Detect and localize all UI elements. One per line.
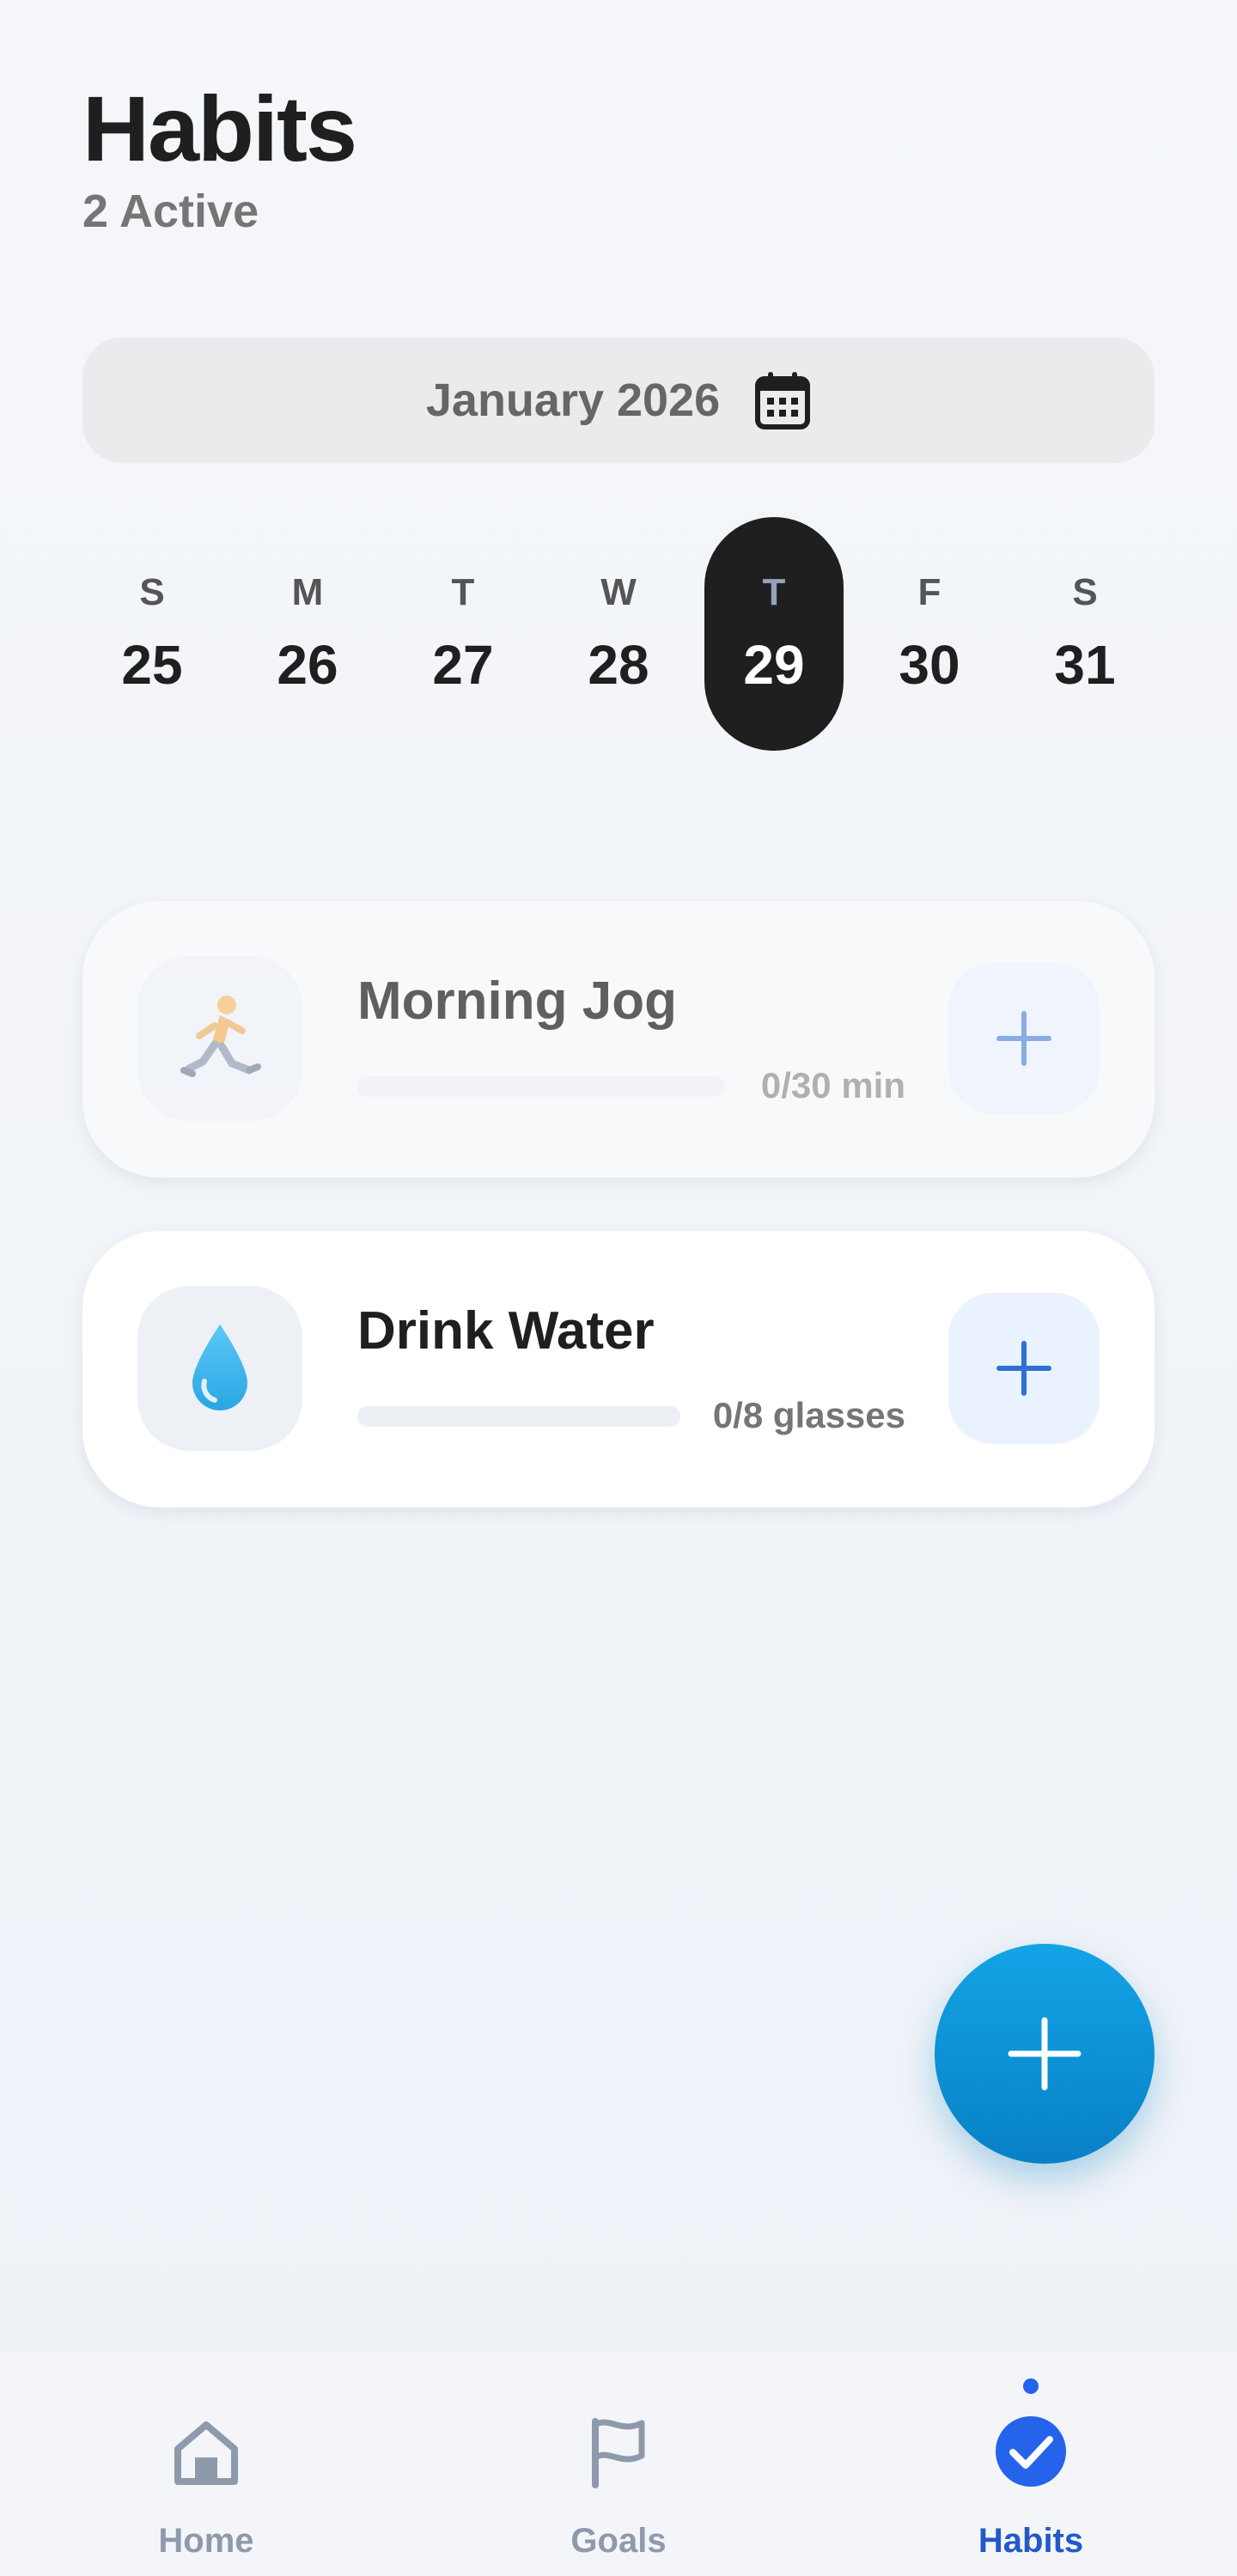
day-of-week: W xyxy=(600,571,637,613)
day-number: 26 xyxy=(277,634,338,696)
log-progress-button[interactable] xyxy=(948,963,1100,1114)
month-selector[interactable]: January 2026 xyxy=(82,338,1155,463)
active-indicator-dot xyxy=(1023,2378,1039,2394)
habit-card-drink-water[interactable]: Drink Water 0/8 glasses xyxy=(82,1231,1155,1507)
active-count: 2 Active xyxy=(82,186,259,237)
week-strip: S 25 M 26 T 27 W 28 T 29 F 30 S 31 xyxy=(82,517,1155,751)
day-tue-27[interactable]: T 27 xyxy=(393,517,533,751)
day-sat-31[interactable]: S 31 xyxy=(1015,517,1155,751)
habit-icon-tile xyxy=(137,956,302,1121)
day-of-week: M xyxy=(291,571,324,613)
month-label: January 2026 xyxy=(425,375,721,426)
habit-progress-bar xyxy=(357,1406,680,1427)
day-number: 27 xyxy=(432,634,494,696)
day-number: 31 xyxy=(1054,634,1116,696)
nav-habits[interactable]: Habits xyxy=(911,2353,1151,2576)
day-number: 28 xyxy=(588,634,649,696)
day-number: 25 xyxy=(121,634,183,696)
habit-progress-bar xyxy=(357,1076,725,1097)
log-progress-button[interactable] xyxy=(948,1293,1100,1444)
flag-icon xyxy=(592,2418,645,2488)
nav-label: Habits xyxy=(978,2522,1084,2560)
day-mon-26[interactable]: M 26 xyxy=(238,517,377,751)
page-title: Habits xyxy=(82,76,357,180)
day-of-week: T xyxy=(762,571,786,613)
day-wed-28[interactable]: W 28 xyxy=(549,517,688,751)
habit-icon-tile xyxy=(137,1286,302,1451)
day-of-week: F xyxy=(917,571,941,613)
header: Habits 2 Active xyxy=(82,76,357,238)
bottom-nav: Home Goals Habits xyxy=(0,2353,1237,2576)
nav-home[interactable]: Home xyxy=(86,2353,326,2576)
day-thu-29-selected[interactable]: T 29 xyxy=(704,517,844,751)
nav-label: Goals xyxy=(570,2522,667,2560)
day-of-week: S xyxy=(1072,571,1098,613)
day-of-week: S xyxy=(139,571,165,613)
day-number: 29 xyxy=(743,634,805,696)
water-drop-icon xyxy=(192,1325,247,1410)
habit-progress-text: 0/30 min xyxy=(760,1065,905,1105)
habit-name: Drink Water xyxy=(357,1301,655,1361)
nav-goals[interactable]: Goals xyxy=(498,2353,739,2576)
calendar-icon xyxy=(755,372,811,429)
day-fri-30[interactable]: F 30 xyxy=(860,517,999,751)
nav-label: Home xyxy=(158,2522,254,2560)
habit-progress-text: 0/8 glasses xyxy=(712,1395,905,1435)
day-number: 30 xyxy=(899,634,960,696)
plus-icon xyxy=(1008,2017,1082,2091)
home-icon xyxy=(174,2421,238,2485)
day-of-week: T xyxy=(451,571,475,613)
runner-icon xyxy=(180,996,261,1077)
add-habit-fab[interactable] xyxy=(935,1944,1155,2164)
habit-name: Morning Jog xyxy=(357,971,677,1031)
plus-icon xyxy=(996,1341,1051,1396)
plus-icon xyxy=(996,1011,1051,1066)
day-sun-25[interactable]: S 25 xyxy=(82,517,222,751)
check-circle-icon xyxy=(996,2416,1066,2487)
habit-card-morning-jog[interactable]: Morning Jog 0/30 min xyxy=(82,901,1155,1178)
